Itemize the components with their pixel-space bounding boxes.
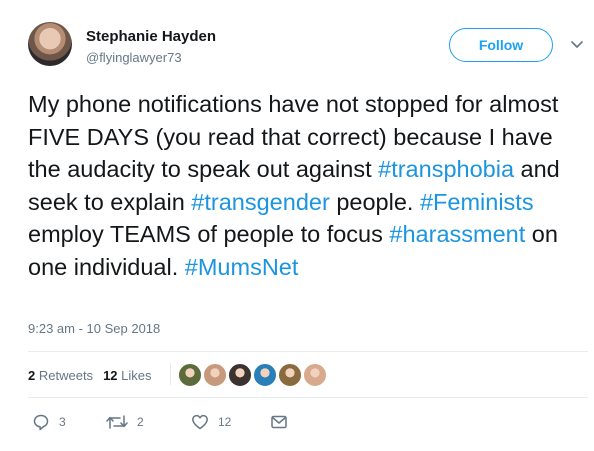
engagement-stats: 2 Retweets 12 Likes: [28, 368, 152, 383]
tweet-timestamp[interactable]: 9:23 am - 10 Sep 2018: [28, 321, 160, 336]
hashtag-link[interactable]: #MumsNet: [185, 254, 299, 280]
liker-avatar[interactable]: [228, 363, 252, 387]
like-count: 12: [218, 415, 232, 429]
retweet-count: 2: [137, 415, 144, 429]
liker-avatar[interactable]: [253, 363, 277, 387]
author-avatar[interactable]: [28, 22, 72, 66]
divider: [170, 363, 171, 385]
retweet-stat[interactable]: 2 Retweets: [28, 368, 93, 383]
chevron-down-icon[interactable]: [570, 38, 584, 52]
divider: [28, 397, 588, 398]
retweets-count: 2: [28, 368, 36, 383]
likes-count: 12: [103, 368, 118, 383]
reply-icon: [33, 414, 49, 431]
divider: [28, 351, 588, 352]
hashtag-link[interactable]: #harassment: [389, 221, 525, 247]
tweet-text: My phone notifications have not stopped …: [28, 88, 588, 283]
liker-avatar[interactable]: [203, 363, 227, 387]
author-handle[interactable]: @flyinglawyer73: [86, 50, 182, 65]
envelope-icon: [271, 415, 287, 429]
reply-count: 3: [59, 415, 66, 429]
reply-action[interactable]: 3: [32, 413, 72, 433]
tweet-text-segment: people.: [329, 188, 420, 215]
hashtag-link[interactable]: #transphobia: [378, 156, 514, 182]
retweet-action[interactable]: 2: [106, 413, 150, 433]
retweet-icon: [106, 415, 128, 429]
heart-icon: [192, 414, 208, 430]
like-action[interactable]: 12: [191, 413, 237, 433]
author-name[interactable]: Stephanie Hayden: [86, 28, 216, 45]
liker-avatar[interactable]: [278, 363, 302, 387]
liker-avatar[interactable]: [303, 363, 327, 387]
retweets-label: Retweets: [38, 368, 94, 383]
likes-label: Likes: [121, 368, 152, 383]
hashtag-link[interactable]: #Feminists: [420, 189, 534, 215]
liker-avatar[interactable]: [178, 363, 202, 387]
message-action[interactable]: [270, 413, 290, 433]
follow-button[interactable]: Follow: [449, 28, 553, 62]
hashtag-link[interactable]: #transgender: [191, 189, 330, 215]
likes-stat[interactable]: 12 Likes: [103, 368, 151, 383]
tweet-text-segment: employ TEAMS of people to focus: [28, 221, 390, 247]
